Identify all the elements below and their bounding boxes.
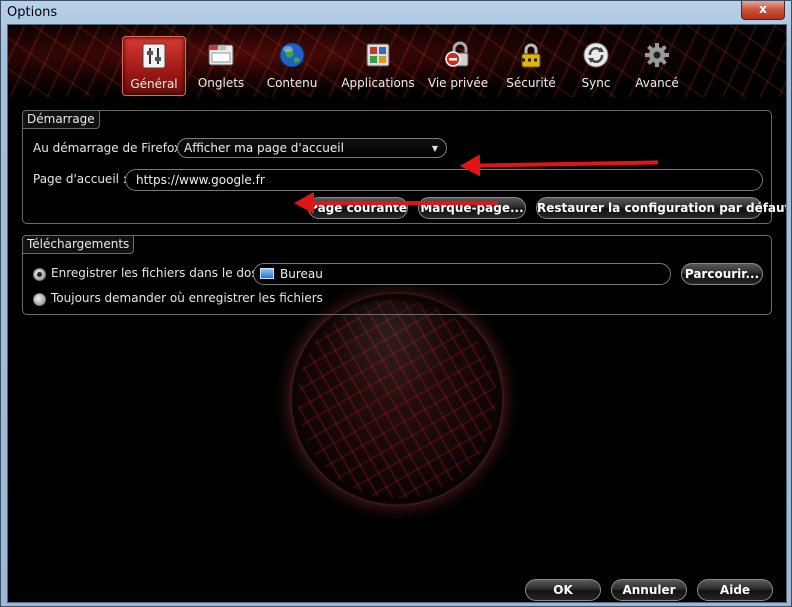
sync-icon [583,42,609,68]
tab-advanced[interactable]: Avancé [630,36,684,94]
homepage-label: Page d'accueil : [33,172,127,186]
restore-default-button[interactable]: Restaurer la configuration par défaut [536,197,786,219]
tab-content-label: Contenu [266,76,318,90]
download-folder-field[interactable]: Bureau [253,263,671,285]
tab-general[interactable]: Général [122,36,186,96]
tab-applications-label: Applications [341,76,415,90]
desktop-folder-icon [260,268,274,279]
tab-sync-label: Sync [581,76,611,90]
cancel-button[interactable]: Annuler [611,579,687,601]
tab-advanced-label: Avancé [635,76,679,90]
category-toolbar: Général Onglets Contenu Applications Vie… [8,25,786,97]
close-button[interactable]: x [741,1,785,20]
general-icon [142,43,166,69]
gear-icon [645,43,669,67]
download-folder-value: Bureau [280,267,323,281]
homepage-input[interactable]: https://www.google.fr [125,169,763,191]
options-window: Options x Général Onglets Contenu Applic… [0,0,792,607]
save-to-folder-label: Enregistrer les fichiers dans le dossier [51,266,280,280]
tab-sync[interactable]: Sync [572,36,620,94]
on-start-label: Au démarrage de Firefox : [33,141,189,155]
downloads-group: Téléchargements Enregistrer les fichiers… [22,235,772,315]
tab-applications[interactable]: Applications [336,36,420,94]
tab-tabs-label: Onglets [197,76,245,90]
homepage-value: https://www.google.fr [136,173,265,187]
browse-button[interactable]: Parcourir... [681,263,763,285]
on-start-value: Afficher ma page d'accueil [184,141,344,155]
on-start-select[interactable]: Afficher ma page d'accueil ▼ [177,138,447,158]
chevron-down-icon: ▼ [431,144,438,153]
tab-privacy[interactable]: Vie privée [426,36,490,94]
help-button[interactable]: Aide [697,579,773,601]
options-client: Général Onglets Contenu Applications Vie… [7,24,787,603]
ok-button[interactable]: OK [525,579,601,601]
downloads-legend: Téléchargements [22,235,135,254]
tab-tabs[interactable]: Onglets [194,36,248,94]
privacy-icon [445,41,469,67]
tab-content[interactable]: Contenu [262,36,322,94]
general-panel: Démarrage Au démarrage de Firefox : Affi… [8,97,786,602]
tab-security[interactable]: Sécurité [502,36,560,94]
tab-privacy-label: Vie privée [427,76,489,90]
title-bar[interactable]: Options x [1,1,791,25]
tabs-icon [208,44,234,66]
save-to-folder-radio[interactable] [33,268,46,281]
lock-icon [521,43,541,68]
startup-group: Démarrage Au démarrage de Firefox : Affi… [22,110,786,224]
tab-security-label: Sécurité [506,76,556,90]
globe-icon [279,42,305,68]
tab-general-label: Général [130,77,178,91]
window-title: Options [7,5,58,20]
startup-legend: Démarrage [22,110,100,129]
annotation-arrow-homepage [294,192,498,214]
background-orb [290,292,504,506]
applications-icon [366,43,390,67]
always-ask-radio[interactable] [33,293,46,306]
close-icon: x [759,2,767,16]
always-ask-label: Toujours demander où enregistrer les fic… [51,291,323,305]
